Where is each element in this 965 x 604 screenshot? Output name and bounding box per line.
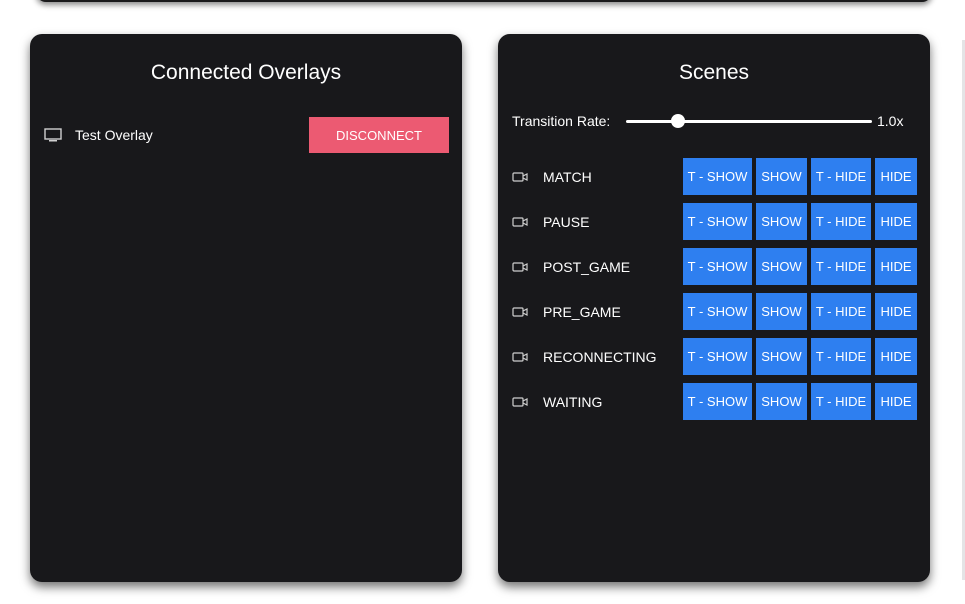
transition-show-button[interactable]: T - SHOW	[683, 338, 752, 375]
camera-icon	[512, 261, 528, 273]
transition-hide-button[interactable]: T - HIDE	[811, 338, 871, 375]
transition-hide-button[interactable]: T - HIDE	[811, 293, 871, 330]
scene-row-match: MATCH T - SHOW SHOW T - HIDE HIDE	[512, 158, 918, 195]
scenes-panel: Scenes Transition Rate: 1.0x MATCH T - S…	[498, 34, 930, 582]
camera-icon	[512, 306, 528, 318]
transition-show-button[interactable]: T - SHOW	[683, 293, 752, 330]
panel-title: Scenes	[678, 61, 750, 84]
transition-rate-label: Transition Rate:	[512, 113, 611, 129]
scene-row-pause: PAUSE T - SHOW SHOW T - HIDE HIDE	[512, 203, 918, 240]
hide-button[interactable]: HIDE	[875, 338, 917, 375]
scene-row-post-game: POST_GAME T - SHOW SHOW T - HIDE HIDE	[512, 248, 918, 285]
transition-show-button[interactable]: T - SHOW	[683, 383, 752, 420]
transition-rate-row: Transition Rate: 1.0x	[512, 112, 912, 130]
panel-title: Connected Overlays	[150, 61, 342, 84]
hide-button[interactable]: HIDE	[875, 248, 917, 285]
connected-overlays-panel: Connected Overlays Test Overlay DISCONNE…	[30, 34, 462, 582]
monitor-icon	[44, 128, 62, 142]
scene-row-reconnecting: RECONNECTING T - SHOW SHOW T - HIDE HIDE	[512, 338, 918, 375]
camera-icon	[512, 351, 528, 363]
scene-name: PAUSE	[543, 213, 590, 230]
transition-hide-button[interactable]: T - HIDE	[811, 203, 871, 240]
show-button[interactable]: SHOW	[756, 158, 807, 195]
hide-button[interactable]: HIDE	[875, 158, 917, 195]
scene-row-waiting: WAITING T - SHOW SHOW T - HIDE HIDE	[512, 383, 918, 420]
show-button[interactable]: SHOW	[756, 293, 807, 330]
scene-name: MATCH	[543, 168, 592, 185]
hide-button[interactable]: HIDE	[875, 293, 917, 330]
transition-show-button[interactable]: T - SHOW	[683, 203, 752, 240]
slider-track[interactable]	[626, 120, 872, 123]
scene-name: WAITING	[543, 393, 603, 410]
scene-list: MATCH T - SHOW SHOW T - HIDE HIDE PAUSE …	[512, 158, 918, 428]
transition-rate-slider[interactable]	[626, 112, 872, 130]
camera-icon	[512, 396, 528, 408]
show-button[interactable]: SHOW	[756, 203, 807, 240]
transition-hide-button[interactable]: T - HIDE	[811, 248, 871, 285]
transition-hide-button[interactable]: T - HIDE	[811, 383, 871, 420]
overlay-row: Test Overlay DISCONNECT	[44, 117, 449, 153]
scene-name: POST_GAME	[543, 258, 631, 275]
slider-thumb[interactable]	[670, 114, 685, 128]
scene-name: RECONNECTING	[543, 348, 657, 365]
hide-button[interactable]: HIDE	[875, 203, 917, 240]
show-button[interactable]: SHOW	[756, 383, 807, 420]
disconnect-button[interactable]: DISCONNECT	[309, 117, 449, 153]
scene-row-pre-game: PRE_GAME T - SHOW SHOW T - HIDE HIDE	[512, 293, 918, 330]
previous-panel-edge	[36, 0, 932, 2]
overlay-name: Test Overlay	[75, 127, 153, 143]
scene-name: PRE_GAME	[543, 303, 621, 320]
show-button[interactable]: SHOW	[756, 248, 807, 285]
transition-hide-button[interactable]: T - HIDE	[811, 158, 871, 195]
camera-icon	[512, 171, 528, 183]
hide-button[interactable]: HIDE	[875, 383, 917, 420]
transition-show-button[interactable]: T - SHOW	[683, 248, 752, 285]
show-button[interactable]: SHOW	[756, 338, 807, 375]
transition-show-button[interactable]: T - SHOW	[683, 158, 752, 195]
transition-rate-value: 1.0x	[877, 113, 904, 129]
camera-icon	[512, 216, 528, 228]
